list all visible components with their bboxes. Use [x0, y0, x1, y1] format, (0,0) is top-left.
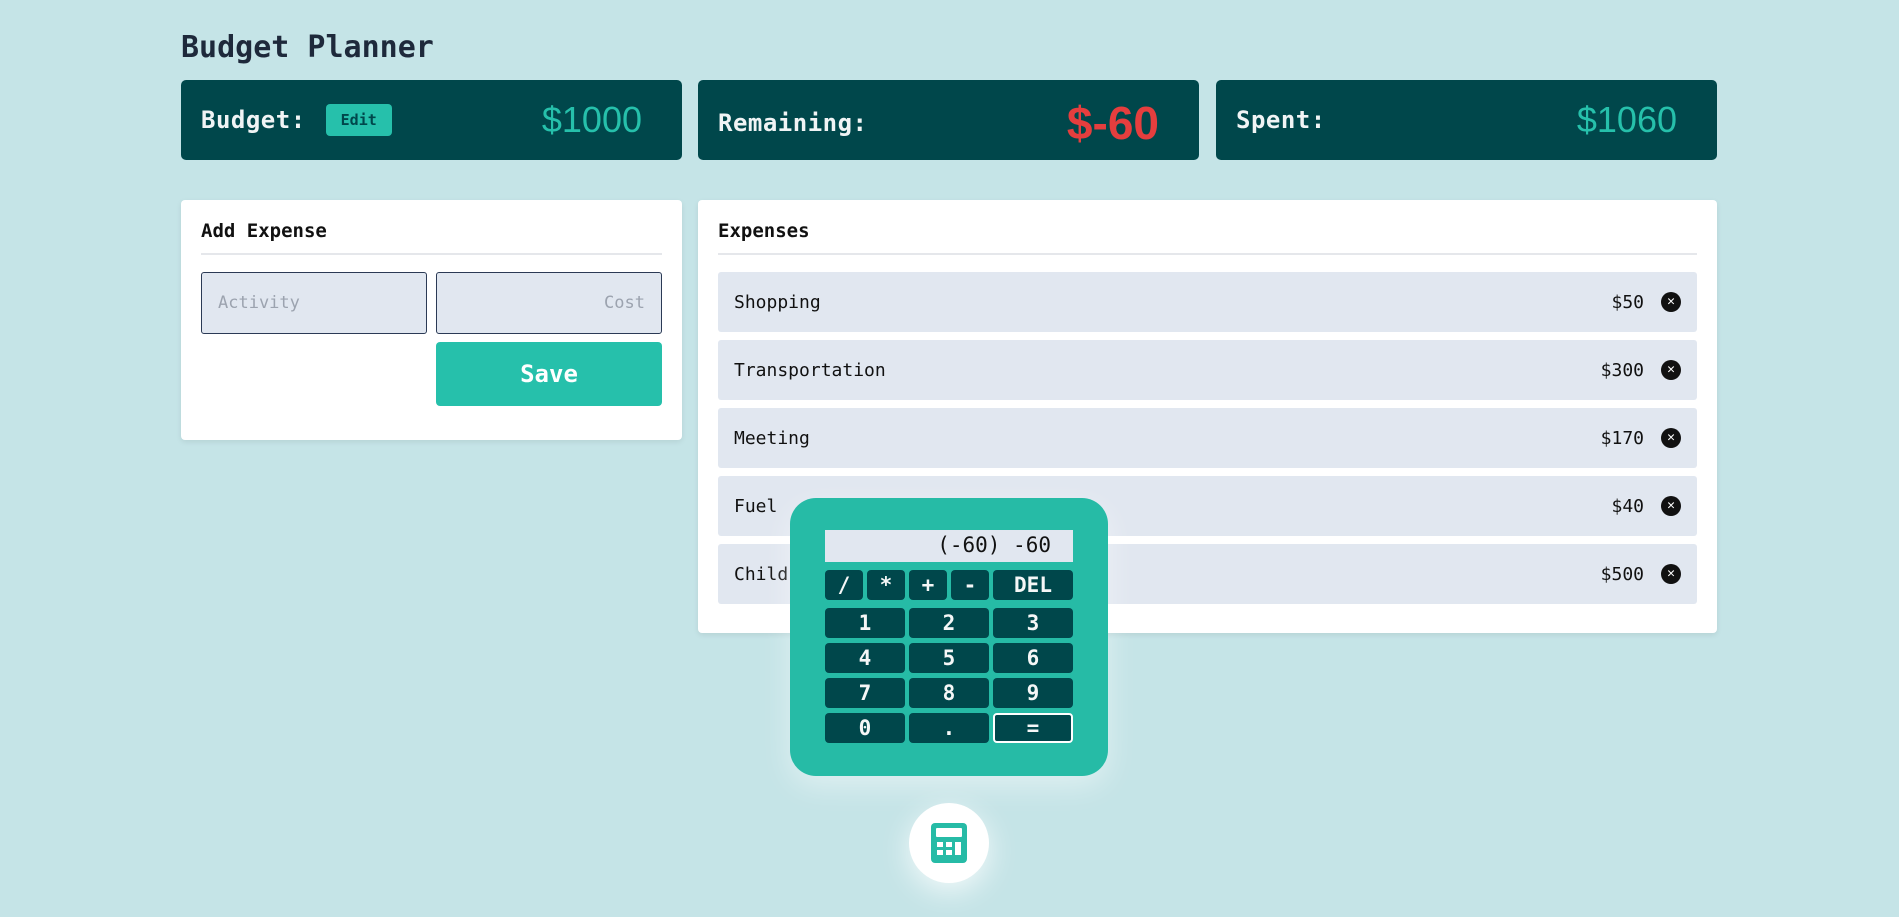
minus-key[interactable]: -	[951, 570, 989, 600]
expense-cost: $50	[1611, 291, 1644, 313]
key-5[interactable]: 5	[909, 643, 989, 673]
expense-item: Shopping $50 ✕	[718, 272, 1697, 332]
add-expense-panel: Add Expense Save	[181, 200, 682, 440]
expense-item: Meeting $170 ✕	[718, 408, 1697, 468]
delete-key[interactable]: DEL	[993, 570, 1073, 600]
budget-card: Budget: Edit $1000	[181, 80, 682, 160]
expense-name: Transportation	[734, 359, 886, 381]
budget-value: $1000	[541, 99, 642, 140]
key-7[interactable]: 7	[825, 678, 905, 708]
expense-name: Fuel	[734, 495, 778, 517]
operator-row: / * + - DEL	[825, 570, 1073, 600]
spent-card: Spent: $1060	[1216, 80, 1717, 160]
spent-label: Spent:	[1236, 106, 1326, 134]
key-2[interactable]: 2	[909, 608, 989, 638]
expense-item: Transportation $300 ✕	[718, 340, 1697, 400]
spent-value: $1060	[1576, 99, 1677, 140]
equals-key[interactable]: =	[993, 713, 1073, 743]
plus-key[interactable]: +	[909, 570, 947, 600]
key-9[interactable]: 9	[993, 678, 1073, 708]
expense-cost: $40	[1611, 495, 1644, 517]
calculator-toggle-button[interactable]	[909, 803, 989, 883]
expense-cost: $300	[1600, 359, 1644, 381]
number-pad: 1 2 3 4 5 6 7 8 9 0 . =	[825, 608, 1073, 743]
close-circle-icon[interactable]: ✕	[1661, 360, 1681, 380]
edit-budget-button[interactable]: Edit	[325, 104, 392, 136]
budget-label: Budget:	[201, 106, 306, 134]
calculator-display: (-60) -60	[825, 530, 1073, 562]
calculator-icon	[931, 823, 967, 863]
close-circle-icon[interactable]: ✕	[1661, 292, 1681, 312]
remaining-card: Remaining: $-60	[698, 80, 1199, 160]
expense-name: Meeting	[734, 427, 810, 449]
expense-name: Shopping	[734, 291, 821, 313]
expense-name: Child	[734, 563, 789, 585]
key-1[interactable]: 1	[825, 608, 905, 638]
expense-cost: $170	[1600, 427, 1644, 449]
expenses-title: Expenses	[718, 220, 1697, 255]
key-8[interactable]: 8	[909, 678, 989, 708]
activity-input[interactable]	[201, 272, 427, 334]
key-6[interactable]: 6	[993, 643, 1073, 673]
close-circle-icon[interactable]: ✕	[1661, 564, 1681, 584]
expense-cost: $500	[1600, 563, 1644, 585]
close-circle-icon[interactable]: ✕	[1661, 496, 1681, 516]
save-button[interactable]: Save	[436, 342, 662, 406]
multiply-key[interactable]: *	[867, 570, 905, 600]
remaining-value: $-60	[1066, 97, 1159, 149]
calculator-popup: (-60) -60 / * + - DEL 1 2 3 4 5 6 7 8 9 …	[790, 498, 1108, 776]
key-0[interactable]: 0	[825, 713, 905, 743]
add-expense-title: Add Expense	[201, 220, 662, 255]
key-3[interactable]: 3	[993, 608, 1073, 638]
key-4[interactable]: 4	[825, 643, 905, 673]
cost-input[interactable]	[436, 272, 662, 334]
page-title: Budget Planner	[181, 30, 434, 65]
close-circle-icon[interactable]: ✕	[1661, 428, 1681, 448]
remaining-label: Remaining:	[718, 109, 868, 137]
decimal-key[interactable]: .	[909, 713, 989, 743]
divide-key[interactable]: /	[825, 570, 863, 600]
